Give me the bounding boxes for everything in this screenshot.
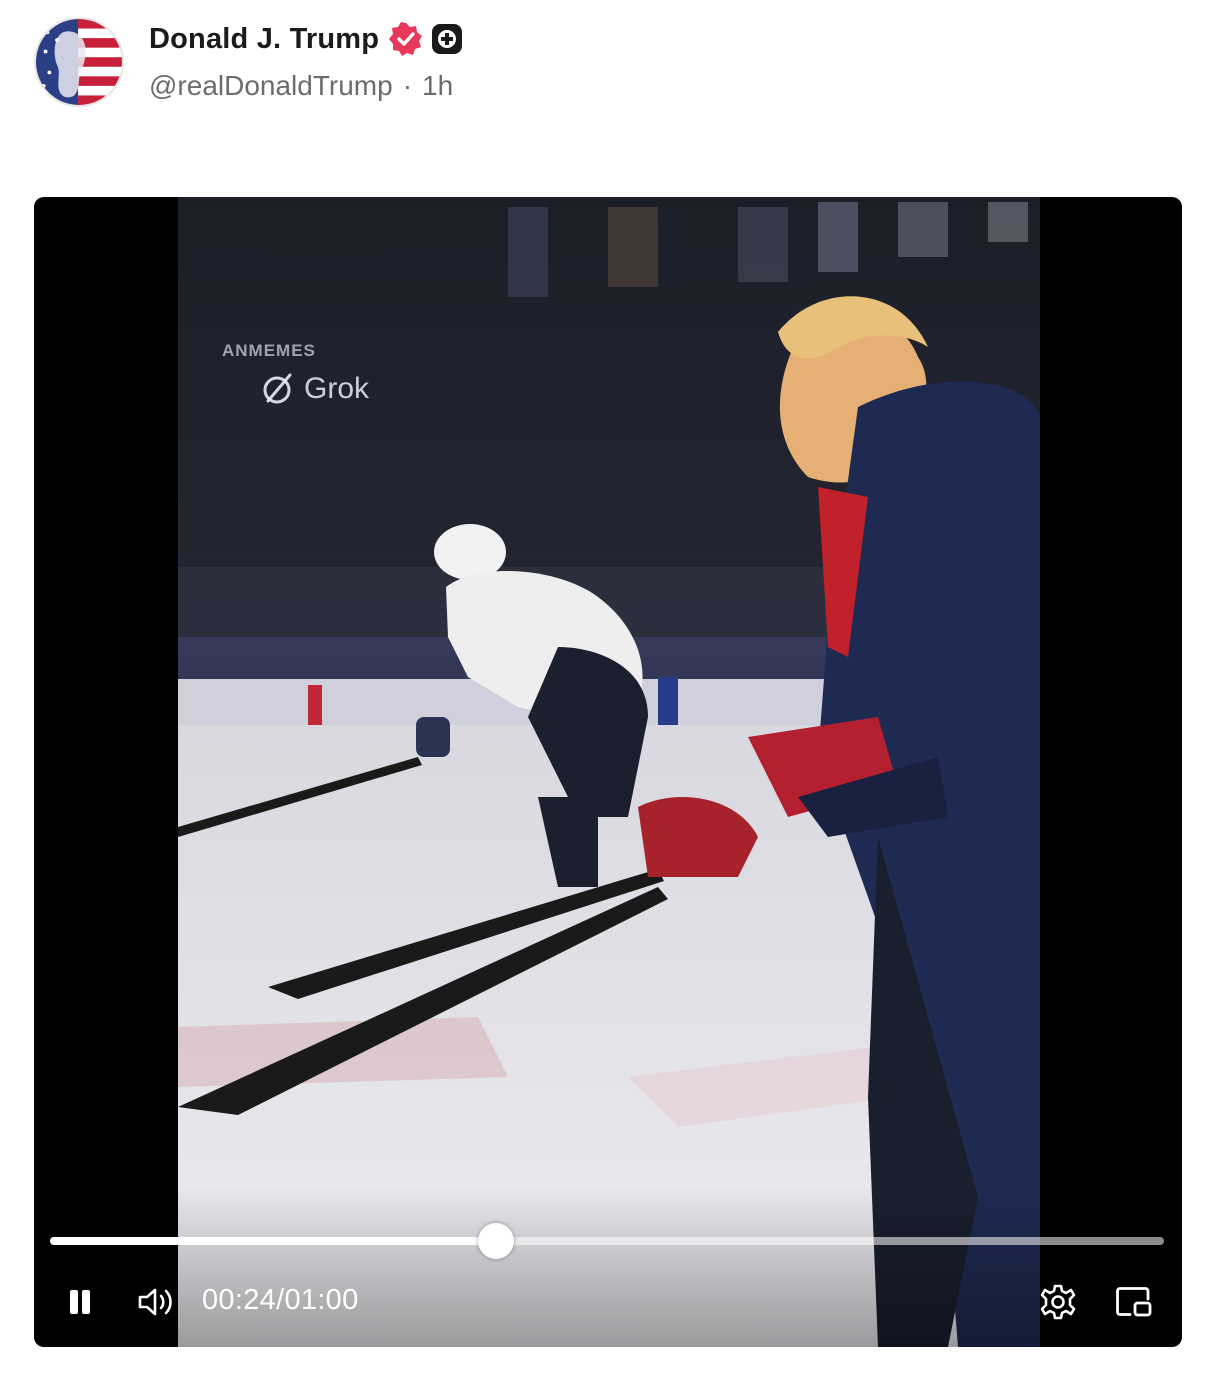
video-player[interactable]: ANMEMES Grok 00:24/01:00 bbox=[34, 197, 1182, 1347]
plus-icon bbox=[431, 23, 463, 55]
duration: 01:00 bbox=[284, 1284, 359, 1316]
pause-button[interactable] bbox=[56, 1275, 104, 1329]
picture-in-picture-button[interactable] bbox=[1110, 1275, 1158, 1329]
settings-button[interactable] bbox=[1034, 1275, 1082, 1329]
player-controls: 00:24/01:00 bbox=[34, 1275, 1182, 1329]
seek-bar-played bbox=[50, 1237, 496, 1245]
time-display: 00:24/01:00 bbox=[202, 1284, 359, 1317]
seek-bar-thumb[interactable] bbox=[477, 1223, 514, 1259]
avatar-image bbox=[36, 19, 122, 105]
handle-row: @realDonaldTrump · 1h bbox=[149, 70, 463, 102]
pause-icon bbox=[70, 1290, 90, 1314]
post-header: Donald J. Trump @realDonaldTrump · 1h bbox=[34, 14, 463, 110]
post-page: Donald J. Trump @realDonaldTrump · 1h AN… bbox=[0, 0, 1216, 1374]
avatar[interactable] bbox=[34, 17, 124, 107]
verified-icon bbox=[389, 22, 423, 56]
separator-dot: · bbox=[402, 70, 413, 101]
grok-icon bbox=[260, 371, 296, 407]
author-name[interactable]: Donald J. Trump bbox=[149, 23, 379, 56]
name-row: Donald J. Trump bbox=[149, 18, 463, 60]
current-time: 00:24 bbox=[202, 1284, 277, 1316]
seek-bar[interactable] bbox=[50, 1223, 1164, 1259]
settings-icon bbox=[1040, 1284, 1076, 1320]
author-handle[interactable]: @realDonaldTrump bbox=[149, 70, 393, 102]
grok-watermark: Grok bbox=[260, 371, 369, 407]
author-block: Donald J. Trump @realDonaldTrump · 1h bbox=[149, 18, 463, 102]
picture-in-picture-icon bbox=[1116, 1287, 1152, 1317]
video-watermark: ANMEMES Grok bbox=[216, 341, 369, 407]
volume-icon bbox=[138, 1288, 172, 1316]
watermark-text: ANMEMES bbox=[222, 341, 316, 360]
post-time[interactable]: 1h bbox=[422, 70, 453, 102]
volume-button[interactable] bbox=[132, 1275, 180, 1329]
grok-label: Grok bbox=[304, 372, 370, 405]
